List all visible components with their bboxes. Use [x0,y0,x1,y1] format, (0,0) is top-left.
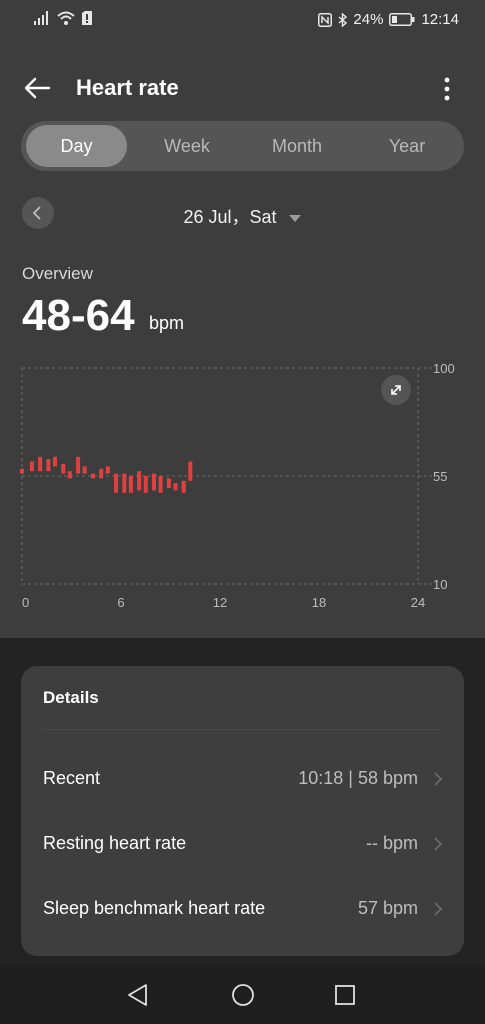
x-tick-label: 18 [312,595,326,610]
detail-label: Sleep benchmark heart rate [43,898,266,918]
period-tabs: Day Week Month Year [21,121,464,171]
detail-value: 57 bpm [357,898,418,918]
hr-range-bar [46,459,51,472]
hr-range-bar [128,476,133,493]
tab-day[interactable]: Day [26,125,127,167]
hr-range-bar [99,468,104,479]
chart-x-axis: 0 6 12 18 24 [22,595,425,610]
nav-home-button[interactable] [229,981,257,1009]
back-button[interactable] [22,74,54,102]
nav-back-button[interactable] [124,981,152,1009]
chart-bars [20,456,193,493]
status-bar: 24% 12:14 [0,0,485,40]
more-vert-icon [444,77,450,101]
nav-back-icon [128,984,147,1006]
detail-label: Recent [43,768,101,788]
hr-range-bar [105,466,110,474]
hr-range-bar [61,464,66,474]
x-tick-label: 0 [22,595,29,610]
tab-year[interactable]: Year [357,125,457,167]
hr-range-bar [67,471,72,479]
heart-rate-chart: 100 55 10 0 6 12 18 24 [0,355,485,615]
back-arrow-icon [24,77,51,99]
hr-range-bar [53,456,57,467]
hr-range-bar [166,478,171,488]
detail-row-recent[interactable]: Recent 10:18 | 58 bpm [21,751,464,807]
hr-range-bar [152,473,156,491]
date-selector: 26 Jul，Sat [0,196,485,232]
nav-recents-icon [335,985,355,1005]
hr-range-bar [90,473,95,479]
hr-range-bar [76,456,81,474]
y-tick-label: 55 [433,469,447,484]
overview-value: 48-64 [22,291,135,340]
chart-y-axis: 100 55 10 [433,361,455,592]
battery-icon [389,13,415,26]
page-title: Heart rate [76,75,179,100]
detail-row-resting-heart-rate[interactable]: Resting heart rate -- bpm [21,816,464,872]
details-title: Details [43,688,99,707]
hr-range-bar [122,473,127,493]
hr-range-bar [173,483,178,491]
hr-range-bar [20,468,24,474]
tab-month[interactable]: Month [247,125,347,167]
chevron-right-icon [434,902,443,916]
bluetooth-icon [338,12,348,27]
hr-range-bar [38,456,43,472]
x-tick-label: 12 [213,595,227,610]
nfc-icon [318,12,333,27]
details-divider [43,729,442,730]
more-options-button[interactable] [437,76,457,102]
wifi-icon [57,11,75,25]
hr-range-bar [158,476,163,493]
details-card: Details Recent 10:18 | 58 bpm Resting he… [21,666,464,956]
date-label: 26 Jul，Sat [183,207,277,227]
x-tick-label: 6 [117,595,124,610]
hr-range-bar [82,466,87,474]
chart-svg: 100 55 10 0 6 12 18 24 [20,361,455,610]
chevron-right-icon [434,772,443,786]
date-dropdown[interactable]: 26 Jul，Sat [0,203,485,229]
status-left [34,11,92,25]
nav-recents-button[interactable] [331,981,359,1009]
dropdown-triangle-icon [288,215,301,223]
detail-value: -- bpm [365,833,418,853]
hr-range-bar [29,461,34,472]
system-nav-bar [0,965,485,1024]
status-right: 24% 12:14 [318,11,459,28]
signal-icon [34,11,48,25]
y-tick-label: 100 [433,361,455,376]
hr-range-bar [188,461,193,481]
app-bar: Heart rate [0,60,485,116]
y-tick-label: 10 [433,577,447,592]
hr-range-bar [137,471,142,491]
overview-label: Overview [22,264,93,283]
detail-row-sleep-benchmark[interactable]: Sleep benchmark heart rate 57 bpm [21,881,464,937]
hr-range-bar [181,480,186,493]
tab-week[interactable]: Week [137,125,237,167]
status-time: 12:14 [421,11,459,28]
chart-grid [21,367,432,585]
hr-range-bar [114,473,119,493]
chevron-right-icon [434,837,443,851]
sim-alert-icon [82,11,92,25]
detail-label: Resting heart rate [43,833,187,853]
x-tick-label: 24 [411,595,425,610]
overview-unit: bpm [149,313,185,333]
hr-range-bar [143,476,148,493]
detail-value: 10:18 | 58 bpm [298,768,418,788]
expand-chart-button[interactable] [381,375,411,405]
nav-home-icon [232,984,254,1006]
battery-percent: 24% [353,11,384,28]
